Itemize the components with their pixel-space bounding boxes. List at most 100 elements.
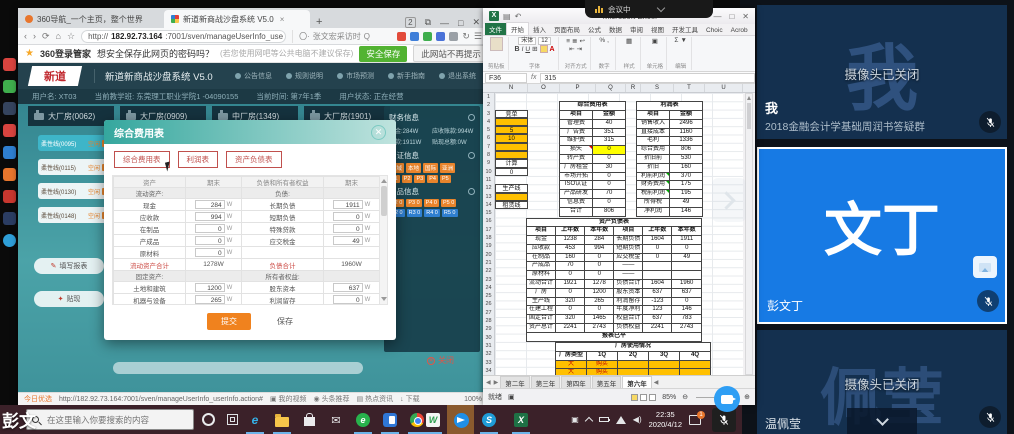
excel-cell[interactable]: 本年数 bbox=[672, 227, 702, 236]
clock[interactable]: 22:352020/4/12 bbox=[649, 410, 682, 429]
excel-cell[interactable]: 0 bbox=[556, 306, 585, 315]
row-header[interactable]: 14 bbox=[483, 201, 494, 209]
save-icon[interactable]: ▤ bbox=[503, 12, 511, 21]
excel-cell[interactable]: 维护费 bbox=[560, 137, 593, 146]
excel-cell[interactable]: 530 bbox=[670, 155, 703, 164]
excel-cell[interactable]: 637 bbox=[672, 288, 702, 297]
market-tag[interactable]: 本地 bbox=[406, 163, 421, 173]
close-button[interactable]: ✕ bbox=[472, 17, 480, 28]
excel-cell[interactable] bbox=[643, 271, 672, 280]
excel-cell[interactable]: 1Q bbox=[587, 351, 618, 360]
excel-cell[interactable]: 1238 bbox=[556, 236, 585, 245]
excel-cell[interactable]: 1465 bbox=[585, 315, 614, 324]
market-tag[interactable]: 国际 bbox=[423, 163, 438, 173]
meeting-float-button[interactable] bbox=[714, 386, 740, 412]
excel-cell[interactable]: 0 bbox=[593, 199, 626, 208]
row-header[interactable]: 12 bbox=[483, 184, 494, 192]
excel-cell[interactable]: 0 bbox=[585, 253, 614, 262]
font-name-select[interactable]: 宋体 bbox=[518, 37, 536, 45]
wifi-icon[interactable] bbox=[616, 416, 626, 424]
excel-cell[interactable]: 折旧前 bbox=[637, 155, 670, 164]
refresh-icon[interactable]: ⟳ bbox=[42, 31, 50, 42]
browser-tab-home[interactable]: 360导航_一个主页，整个世界 bbox=[18, 10, 164, 28]
excel-cell[interactable]: 本年数 bbox=[585, 227, 614, 236]
nav-item-forecast[interactable]: 市场预测 bbox=[337, 71, 374, 81]
excel-cell[interactable]: 1921 bbox=[556, 280, 585, 289]
excel-cell[interactable]: 10 bbox=[495, 134, 528, 142]
italic-icon[interactable]: I bbox=[522, 46, 524, 53]
search-icon[interactable]: Q bbox=[364, 32, 370, 41]
column-header[interactable]: P bbox=[560, 84, 596, 92]
excel-cell[interactable]: 产品研发 bbox=[560, 190, 593, 199]
product-tag[interactable]: P5 bbox=[440, 175, 451, 183]
scroll-down-button[interactable] bbox=[847, 408, 917, 434]
desktop-app-icon[interactable] bbox=[3, 234, 16, 247]
row-header[interactable]: 31 bbox=[483, 342, 494, 350]
ribbon-tab-formulas[interactable]: 公式 bbox=[584, 23, 605, 35]
autosum-icon[interactable]: Σ bbox=[674, 37, 678, 44]
excel-cell[interactable]: 税前利润 bbox=[637, 190, 670, 199]
desktop-app-icon[interactable] bbox=[3, 80, 16, 93]
excel-cell[interactable]: 转产费 bbox=[560, 155, 593, 164]
align-center-icon[interactable]: ≣ bbox=[572, 37, 577, 45]
excel-cell[interactable]: 70 bbox=[593, 190, 626, 199]
active-app-highlight[interactable] bbox=[447, 405, 474, 434]
excel-cell[interactable]: 453 bbox=[556, 244, 585, 253]
excel-cell[interactable]: 806 bbox=[593, 207, 626, 216]
excel-cell[interactable]: 项目 bbox=[527, 227, 556, 236]
excel-cell[interactable]: 现金 bbox=[527, 236, 556, 245]
excel-cell[interactable]: 1278 bbox=[585, 280, 614, 289]
collapse-icon[interactable] bbox=[468, 114, 475, 121]
row-header[interactable]: 29 bbox=[483, 325, 494, 333]
excel-cell[interactable]: 广告费 bbox=[560, 128, 593, 137]
excel-cell[interactable]: 1604 bbox=[643, 280, 672, 289]
row-header[interactable]: 28 bbox=[483, 317, 494, 325]
row-header[interactable]: 2 bbox=[483, 101, 494, 109]
panel-collapse-handle[interactable] bbox=[712, 178, 746, 222]
excel-cell[interactable]: 综合费用表 bbox=[560, 102, 626, 111]
excel-cell[interactable]: 637 bbox=[643, 288, 672, 297]
daily-picks-link[interactable]: 今日优选 bbox=[24, 394, 52, 404]
zoom-in-icon[interactable]: ⊕ bbox=[744, 393, 750, 401]
excel-cell[interactable]: 折旧 bbox=[637, 163, 670, 172]
collapse-icon[interactable] bbox=[468, 152, 475, 159]
excel-cell[interactable] bbox=[618, 360, 649, 369]
close-factory-button[interactable]: ✕关闭 bbox=[427, 355, 454, 366]
excel-taskbar-icon[interactable]: X bbox=[513, 412, 529, 428]
bottom-input-bar[interactable] bbox=[113, 362, 363, 374]
excel-cell[interactable]: 49 bbox=[672, 253, 702, 262]
excel-cell[interactable]: 金额 bbox=[593, 111, 626, 120]
excel-cell[interactable]: 0 bbox=[585, 271, 614, 280]
ribbon-tab-addin1[interactable]: Choic bbox=[702, 26, 727, 35]
search-input[interactable] bbox=[45, 414, 189, 426]
excel-cell[interactable]: —— bbox=[614, 271, 643, 280]
save-password-button[interactable]: 安全保存 bbox=[359, 46, 407, 62]
excel-cell[interactable]: 股东资本 bbox=[614, 288, 643, 297]
wrap-icon[interactable]: ↩ bbox=[580, 37, 585, 45]
normal-view-icon[interactable] bbox=[631, 394, 638, 401]
row-header[interactable]: 4 bbox=[483, 118, 494, 126]
download-icon[interactable]: ↓ 下载 bbox=[400, 394, 419, 404]
excel-cell[interactable]: 49 bbox=[670, 199, 703, 208]
video-tile-self[interactable]: 我 摄像头已关闭 我 2018金融会计学基础周润书答疑群 bbox=[757, 5, 1007, 139]
desktop-app-icon[interactable] bbox=[3, 124, 16, 137]
hotspot-link[interactable]: ▤ 热点资讯 bbox=[357, 394, 394, 404]
cert-panel-header[interactable]: 认证信息 bbox=[389, 150, 475, 161]
excel-cell[interactable]: 合计 bbox=[560, 207, 593, 216]
explorer-icon[interactable] bbox=[274, 412, 290, 428]
excel-cell[interactable] bbox=[643, 262, 672, 271]
excel-cell[interactable]: 项目 bbox=[637, 111, 670, 120]
menu-icon[interactable]: ☰ bbox=[474, 31, 482, 42]
back-icon[interactable]: ‹ bbox=[24, 31, 27, 41]
forward-icon[interactable]: › bbox=[33, 31, 36, 41]
excel-cell[interactable]: 146 bbox=[670, 207, 703, 216]
excel-cell[interactable]: 损失 bbox=[560, 146, 593, 155]
desktop-app-icon[interactable] bbox=[3, 102, 16, 115]
home-icon[interactable]: ⌂ bbox=[56, 31, 61, 41]
excel-cell[interactable]: 2496 bbox=[670, 119, 703, 128]
video-tile-active[interactable]: 文丁 彭文丁 bbox=[757, 147, 1007, 324]
modal-close-icon[interactable]: ✕ bbox=[371, 125, 386, 140]
battery-icon[interactable] bbox=[599, 417, 609, 422]
mail-icon[interactable]: ✉ bbox=[328, 412, 344, 428]
submit-button[interactable]: 提交 bbox=[207, 313, 251, 330]
